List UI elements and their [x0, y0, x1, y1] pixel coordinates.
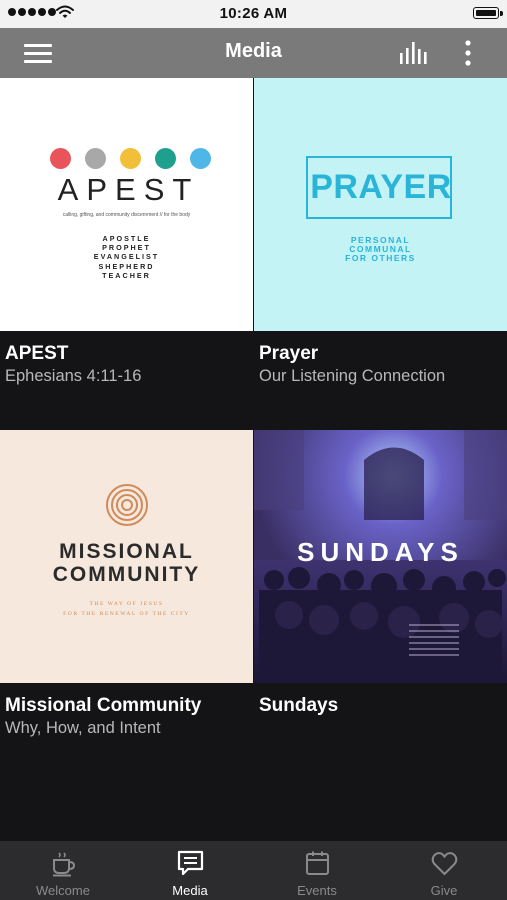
apest-role: TEACHER — [102, 270, 151, 280]
media-subtitle: Ephesians 4:11-16 — [5, 367, 142, 385]
media-title: APEST — [5, 343, 69, 364]
media-tile-sundays[interactable]: SUNDAYS — [254, 430, 507, 683]
message-square-icon — [177, 850, 204, 876]
status-bar: 10:26 AM — [0, 0, 507, 28]
tab-label: Give — [430, 883, 458, 898]
media-caption-missional-community[interactable]: Missional Community Why, How, and Intent — [0, 683, 253, 782]
concentric-rings-icon — [106, 484, 148, 526]
calendar-icon — [306, 851, 329, 875]
media-tile-prayer[interactable]: PRAYER PERSONAL COMMUNAL FOR OTHERS — [254, 78, 507, 331]
missional-title-line: MISSIONAL — [59, 540, 194, 563]
media-caption-sundays[interactable]: Sundays — [254, 683, 507, 782]
apest-dot — [120, 148, 141, 169]
missional-artwork-title: MISSIONAL COMMUNITY — [0, 540, 253, 586]
tab-welcome[interactable]: Welcome — [0, 841, 126, 900]
missional-sub-line: THE WAY OF JESUS — [89, 601, 164, 607]
apest-dot — [190, 148, 211, 169]
tab-label: Media — [172, 883, 208, 898]
media-tile-apest[interactable]: APEST calling, gifting, and community di… — [0, 78, 253, 331]
status-time: 10:26 AM — [219, 5, 288, 22]
apest-dot — [50, 148, 71, 169]
tab-give[interactable]: Give — [381, 841, 507, 900]
apest-artwork-tagline: calling, gifting, and community discernm… — [62, 212, 191, 218]
apest-dot — [85, 148, 106, 169]
media-tile-missional-community[interactable]: MISSIONAL COMMUNITY THE WAY OF JESUS FOR… — [0, 430, 253, 683]
apest-role: EVANGELIST — [93, 252, 160, 262]
sundays-artwork-title: SUNDAYS — [297, 537, 464, 567]
media-subtitle: Our Listening Connection — [259, 367, 446, 385]
apest-dot — [155, 148, 176, 169]
more-options-icon[interactable] — [458, 39, 478, 67]
apest-roles-list: APOSTLE PROPHET EVANGELIST SHEPHERD TEAC… — [0, 234, 253, 280]
media-caption-apest[interactable]: APEST Ephesians 4:11-16 — [0, 331, 253, 430]
apest-color-dots — [50, 148, 211, 169]
media-title: Sundays — [259, 695, 339, 716]
coffee-cup-icon — [53, 852, 76, 877]
missional-title-line: COMMUNITY — [52, 563, 201, 586]
media-subtitle: Why, How, and Intent — [5, 719, 161, 737]
missional-sub-line: FOR THE RENEWAL OF THE CITY — [63, 611, 190, 617]
media-title: Missional Community — [5, 695, 202, 716]
prayer-artwork-lines: PERSONAL COMMUNAL FOR OTHERS — [254, 236, 507, 263]
tab-bar: Welcome Media Events Give — [0, 841, 507, 900]
media-caption-prayer[interactable]: Prayer Our Listening Connection — [254, 331, 507, 430]
battery-icon — [473, 7, 503, 19]
prayer-artwork-title: PRAYER — [310, 168, 452, 206]
missional-artwork-subtitle: THE WAY OF JESUS FOR THE RENEWAL OF THE … — [0, 599, 253, 619]
tab-label: Welcome — [36, 883, 90, 898]
tab-events[interactable]: Events — [254, 841, 380, 900]
heart-icon — [431, 852, 458, 875]
prayer-line: FOR OTHERS — [345, 253, 416, 263]
apest-role: APOSTLE — [102, 234, 151, 243]
tab-media[interactable]: Media — [127, 841, 253, 900]
apest-role: PROPHET — [102, 243, 151, 253]
apest-role: SHEPHERD — [98, 261, 155, 271]
navigation-bar: Media — [0, 28, 507, 78]
prayer-artwork-frame: PRAYER — [306, 156, 452, 219]
apest-artwork-title: APEST — [57, 172, 200, 207]
audio-bars-icon[interactable] — [398, 40, 432, 66]
tab-label: Events — [297, 883, 337, 898]
media-title: Prayer — [259, 343, 319, 364]
